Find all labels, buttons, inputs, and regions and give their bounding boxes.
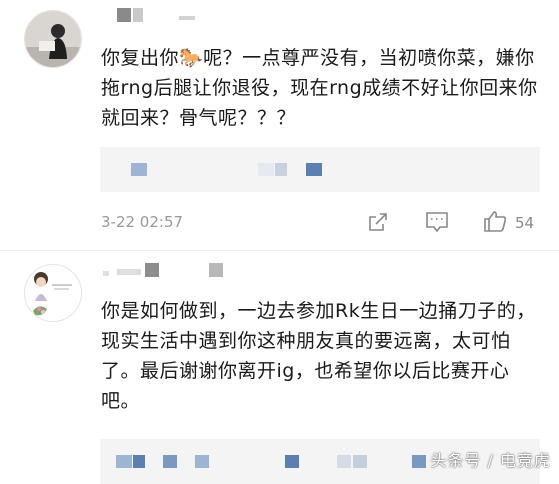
username-mosaic[interactable] (117, 8, 207, 22)
share-icon[interactable] (367, 211, 389, 237)
username-mosaic[interactable] (103, 263, 233, 277)
watermark: 头条号 / 电竞虎 (430, 451, 551, 470)
comment-timestamp: 3-22 02:57 (101, 213, 184, 231)
comment-item: 你复出你🐎呢？一点尊严没有，当初喷你菜，嫌你拖rng后腿让你退役，现在rng成绩… (0, 0, 559, 250)
comment-icon[interactable] (425, 211, 449, 237)
comment-text: 你是如何做到，一边去参加Rk生日一边捅刀子的，现实生活中遇到你这种朋友真的要远离… (101, 300, 536, 412)
like-count: 54 (515, 214, 535, 232)
comment-text: 你复出你🐎呢？一点尊严没有，当初喷你菜，嫌你拖rng后腿让你退役，现在rng成绩… (101, 47, 538, 129)
comment-item: 你是如何做到，一边去参加Rk生日一边捅刀子的，现实生活中遇到你这种朋友真的要远离… (0, 251, 559, 484)
thumbs-up-icon[interactable] (483, 209, 507, 237)
avatar[interactable] (24, 264, 82, 322)
quoted-content[interactable] (100, 147, 540, 192)
avatar[interactable] (24, 10, 82, 68)
